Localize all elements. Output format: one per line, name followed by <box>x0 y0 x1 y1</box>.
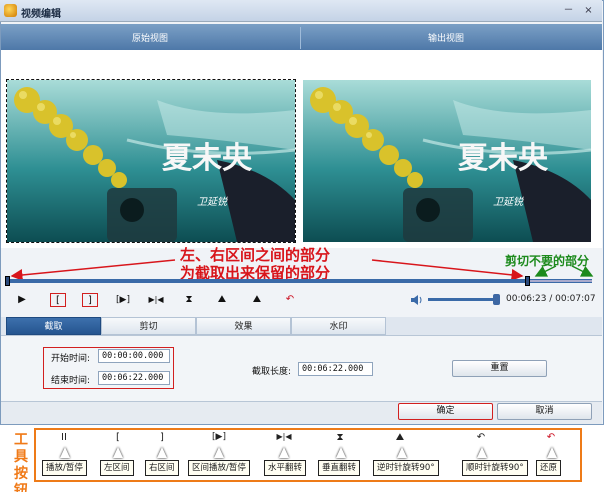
legend-icon-play-pause: II <box>61 432 67 443</box>
right-interval-handle[interactable] <box>525 276 530 286</box>
tab-cut[interactable]: 剪切 <box>101 317 196 335</box>
timeline-cut-region <box>530 280 592 282</box>
tab-effects[interactable]: 效果 <box>196 317 291 335</box>
volume-icon[interactable] <box>410 294 424 306</box>
right-interval-button[interactable]: ] <box>82 293 98 307</box>
flip-vertical-button[interactable]: ⧗ <box>181 293 197 307</box>
legend-label-left-interval: 左区间 <box>100 460 134 476</box>
pointer-cursor <box>397 447 407 458</box>
play-button[interactable]: ▶ <box>14 293 30 307</box>
capture-length-field: 00:06:22.000 <box>298 362 373 376</box>
legend-icon-flip-vertical: ⧗ <box>336 432 344 443</box>
legend-title: 工具按钮 <box>14 432 28 492</box>
output-view-label: 输出视图 <box>428 34 465 44</box>
window-title: 视频编辑 <box>21 9 61 20</box>
interval-play-button[interactable]: [▶] <box>112 293 134 307</box>
source-view-label: 原始视图 <box>132 34 169 44</box>
time-display: 00:06:23 / 00:07:07 <box>506 294 596 304</box>
legend-icon-left-interval: [ <box>116 432 120 443</box>
reset-button[interactable]: 重置 <box>452 360 547 377</box>
video-overlay-title: 夏未央 <box>162 141 253 176</box>
pointer-cursor <box>477 447 487 458</box>
pointer-cursor <box>336 447 346 458</box>
legend-icon-right-interval: ] <box>160 432 164 443</box>
output-video-frame: 夏未央 卫延锐 <box>303 80 591 242</box>
end-time-field[interactable]: 00:06:22.000 <box>98 371 170 385</box>
volume-slider-track[interactable] <box>428 298 500 301</box>
legend-label-rotate-cw: 顺时针旋转90° <box>462 460 528 476</box>
legend-icon-restore: ↶ <box>546 432 556 443</box>
left-interval-button[interactable]: [ <box>50 293 66 307</box>
output-video[interactable]: 夏未央 卫延锐 <box>303 80 591 242</box>
left-interval-handle[interactable] <box>5 276 10 286</box>
close-button[interactable]: × <box>580 3 597 18</box>
end-time-label: 结束时间: <box>51 376 91 386</box>
tab-capture[interactable]: 截取 <box>6 317 101 335</box>
start-time-label: 开始时间: <box>51 354 91 364</box>
pointer-cursor <box>113 447 123 458</box>
flip-horizontal-button[interactable]: ▶|◀ <box>145 293 167 307</box>
pointer-cursor <box>547 447 557 458</box>
legend-label-interval-play: 区间播放/暂停 <box>188 460 250 476</box>
legend-label-rotate-ccw: 逆时针旋转90° <box>373 460 439 476</box>
legend-label-flip-vertical: 垂直翻转 <box>318 460 361 476</box>
legend-label-right-interval: 右区间 <box>145 460 179 476</box>
title-bar <box>0 0 602 22</box>
legend-label-restore: 还原 <box>536 460 562 476</box>
timeline-track[interactable] <box>6 279 592 283</box>
rotate-cw-button[interactable]: ⛰ <box>249 293 265 307</box>
ok-button[interactable]: 确定 <box>398 403 493 420</box>
start-time-field[interactable]: 00:00:00.000 <box>98 349 170 363</box>
video-overlay-signature: 卫延锐 <box>197 196 228 208</box>
view-divider <box>300 27 301 49</box>
legend-icon-rotate-ccw: ⛰ <box>395 432 405 443</box>
legend-label-flip-horizontal: 水平翻转 <box>264 460 307 476</box>
restore-button[interactable]: ↶ <box>282 293 298 307</box>
legend-label-play-pause: 播放/暂停 <box>42 460 87 476</box>
pointer-cursor <box>279 447 289 458</box>
view-header-bar <box>1 24 602 50</box>
source-video[interactable]: 夏未央 卫延锐 <box>6 79 296 243</box>
output-overlay-title: 夏未央 <box>458 141 549 176</box>
pointer-cursor <box>60 447 70 458</box>
legend-icon-flip-horizontal: ▶|◀ <box>276 432 292 441</box>
app-icon <box>4 4 17 17</box>
legend-icon-interval-play: [▶] <box>212 432 226 442</box>
output-overlay-signature: 卫延锐 <box>493 196 524 208</box>
capture-length-label: 截取长度: <box>252 367 292 377</box>
pointer-cursor <box>157 447 167 458</box>
rotate-ccw-button[interactable]: ⛰ <box>214 293 230 307</box>
volume-slider-knob[interactable] <box>493 294 501 305</box>
minimize-button[interactable]: － <box>560 3 577 18</box>
cancel-button[interactable]: 取消 <box>497 403 592 420</box>
source-video-frame: 夏未央 卫延锐 <box>7 80 295 242</box>
legend-icon-rotate-cw: ↶ <box>476 432 486 443</box>
tab-watermark[interactable]: 水印 <box>291 317 386 335</box>
pointer-cursor <box>214 447 224 458</box>
